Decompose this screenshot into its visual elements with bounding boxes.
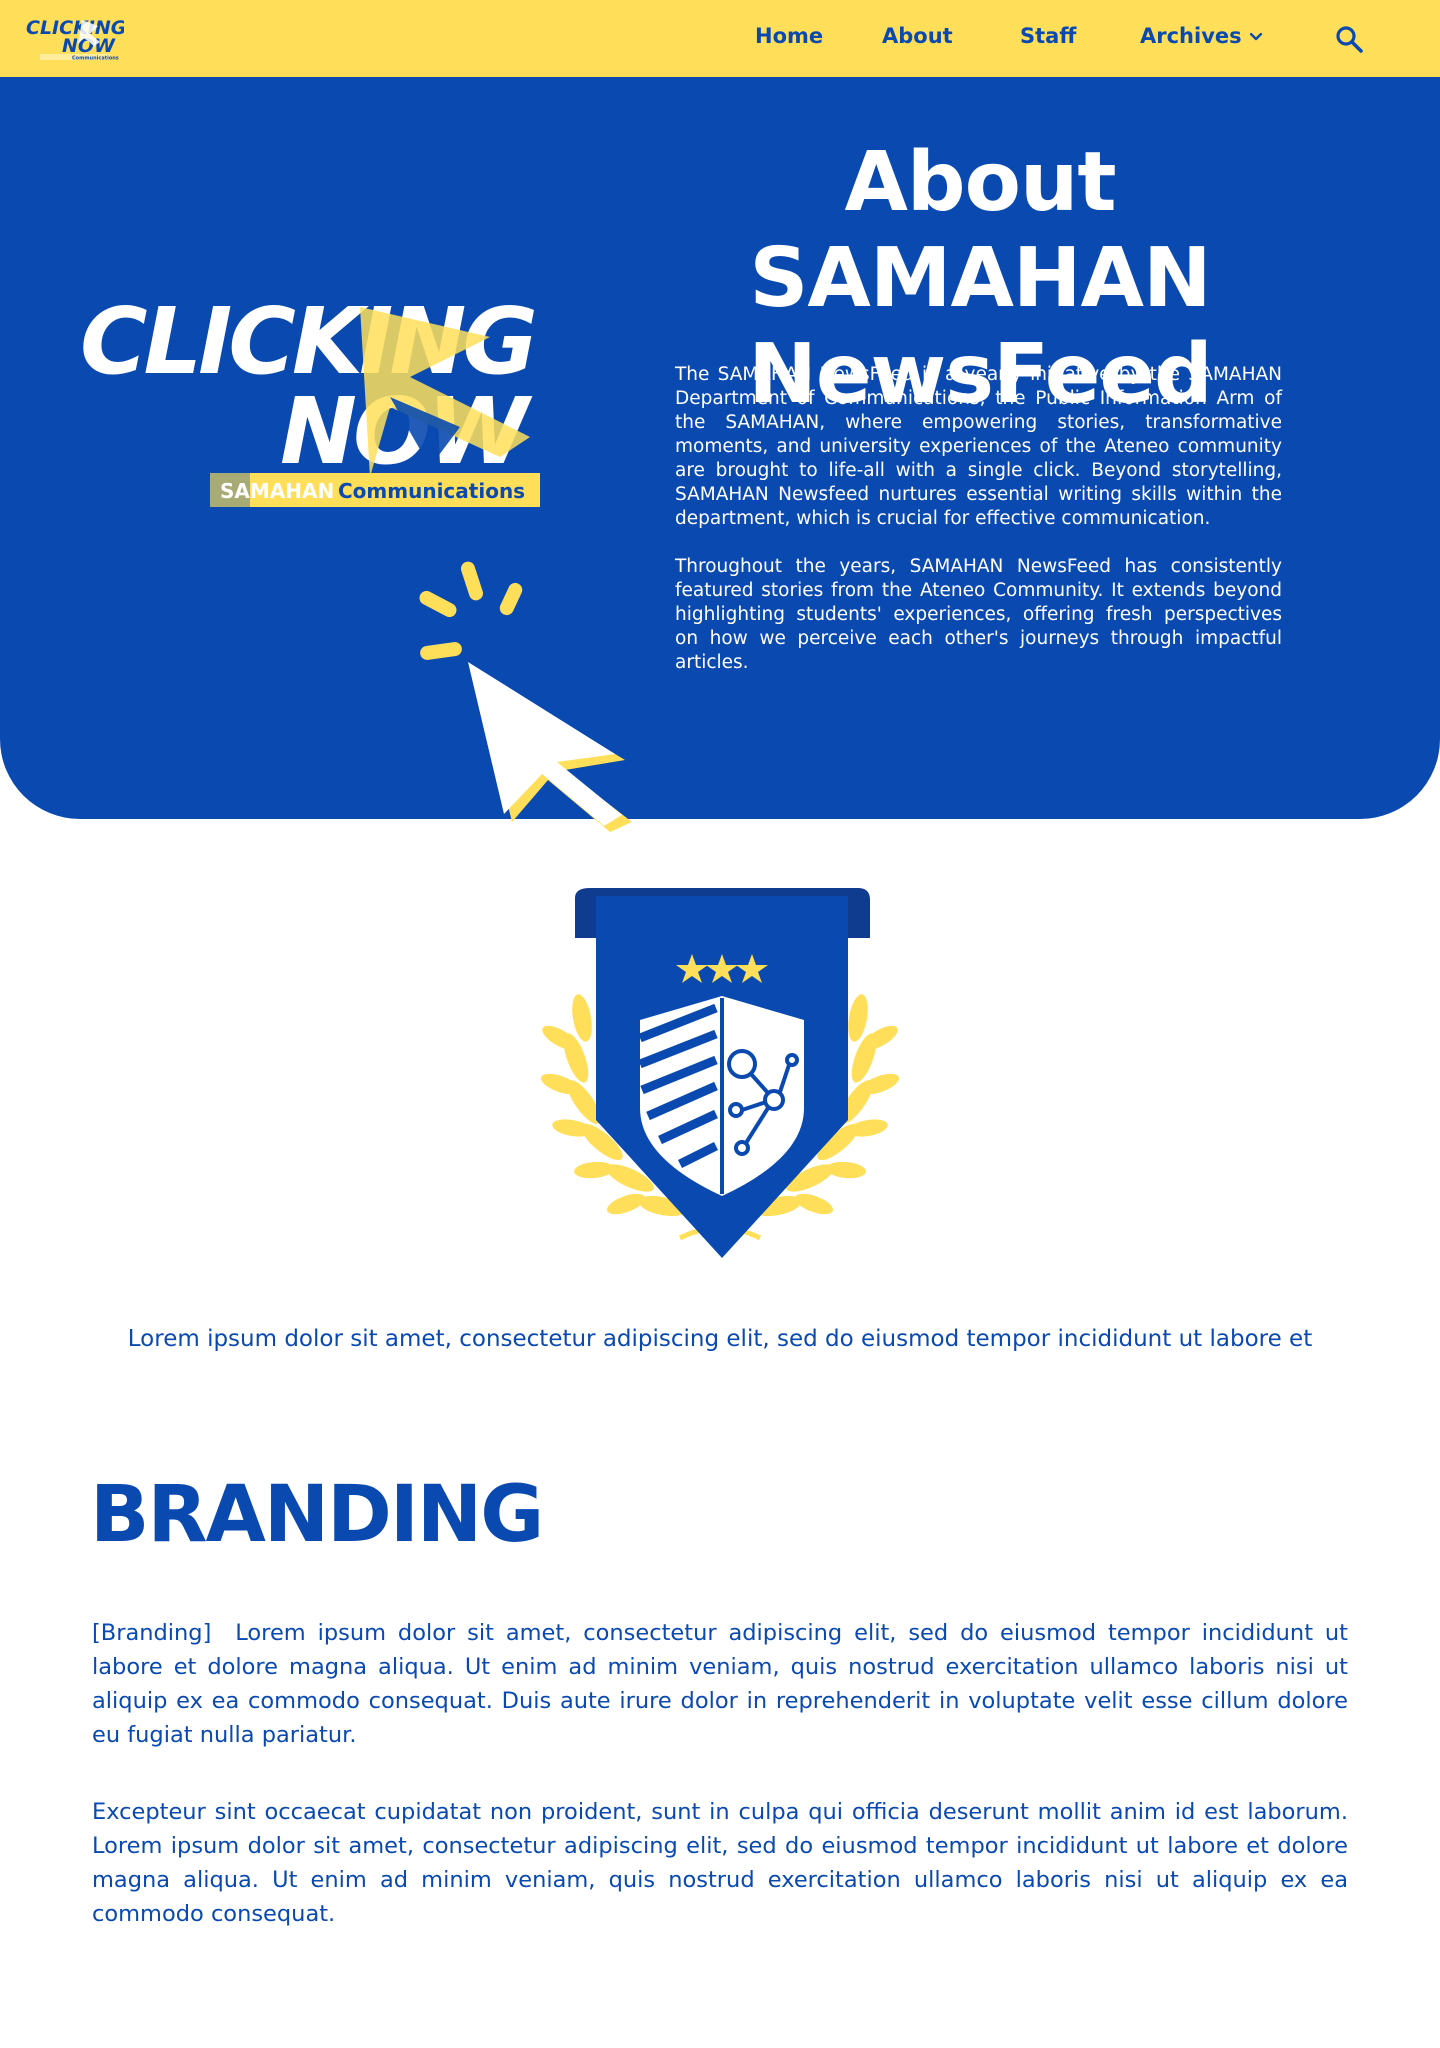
- branding-paragraph-1-text: Lorem ipsum dolor sit amet, consectetur …: [92, 1620, 1348, 1748]
- nav-logo-sub: Communications: [72, 56, 119, 62]
- nav-archives-label: Archives: [1140, 24, 1242, 48]
- branding-paragraph-1: [Branding] Lorem ipsum dolor sit amet, c…: [92, 1616, 1348, 1752]
- shield-laurel-emblem: [541, 888, 899, 1258]
- search-icon[interactable]: [1334, 24, 1364, 54]
- tagline: Lorem ipsum dolor sit amet, consectetur …: [127, 1326, 1313, 1352]
- nav-about[interactable]: About: [882, 24, 953, 48]
- nav-staff[interactable]: Staff: [1020, 24, 1076, 48]
- about-paragraph-2: Throughout the years, SAMAHAN NewsFeed h…: [675, 556, 1282, 673]
- about-paragraph-1: The SAMAHAN NewsFeed is a yearly initiat…: [675, 364, 1282, 529]
- hero-logo-badge-left: SAMAHAN: [220, 479, 334, 503]
- chevron-down-icon: [1249, 33, 1262, 41]
- hero-section: CLICKING NOW SAMAHAN Communications Abou…: [0, 77, 1440, 832]
- cursor-click-icon: [419, 561, 632, 832]
- nav-archives-dropdown[interactable]: Archives: [1140, 24, 1262, 48]
- top-nav: CLICKING NOW Communications Home About S…: [0, 0, 1440, 77]
- branding-tag: [Branding]: [92, 1620, 212, 1646]
- branding-heading: BRANDING: [90, 1470, 544, 1560]
- clicking-now-logo[interactable]: CLICKING NOW Communications: [24, 12, 124, 64]
- hero-logo-badge-right: Communications: [338, 479, 525, 503]
- nav-home[interactable]: Home: [755, 24, 823, 48]
- branding-paragraph-2: Excepteur sint occaecat cupidatat non pr…: [92, 1799, 1348, 1927]
- page-title-line1: About SAMAHAN: [749, 135, 1211, 326]
